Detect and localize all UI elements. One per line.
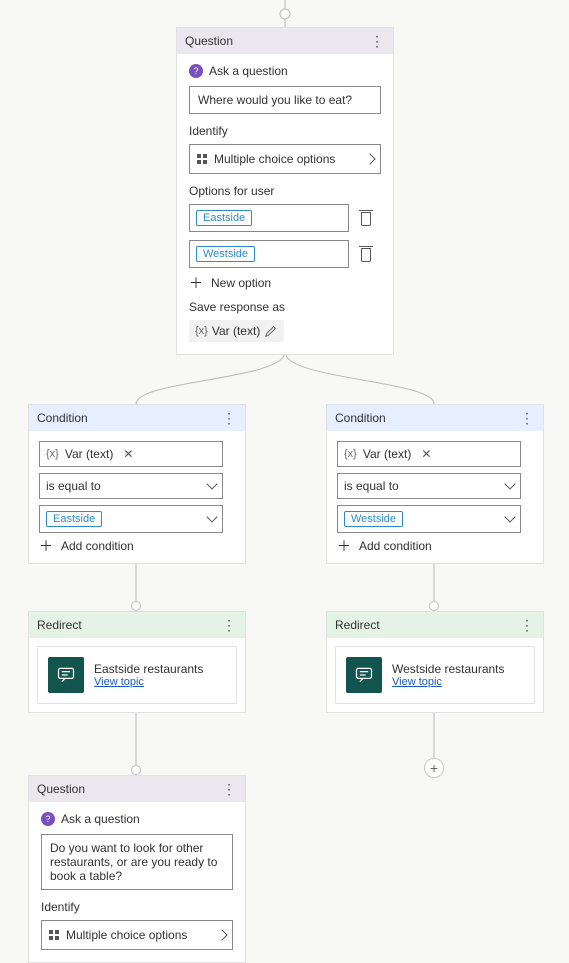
view-topic-link[interactable]: View topic bbox=[392, 676, 505, 688]
more-icon[interactable]: ⋮ bbox=[370, 34, 385, 48]
identify-label: Identify bbox=[189, 124, 381, 138]
identify-label: Identify bbox=[41, 900, 233, 914]
question-card-2: Question ⋮ ? Ask a question Do you want … bbox=[28, 775, 246, 963]
cond-var-select[interactable]: {x} Var (text) ✕ bbox=[39, 441, 223, 467]
cond-value-tag: Westside bbox=[344, 511, 403, 527]
cond-var-select[interactable]: {x} Var (text) ✕ bbox=[337, 441, 521, 467]
redirect-title: Redirect bbox=[37, 618, 82, 632]
condition-card-left: Condition ⋮ {x} Var (text) ✕ is equal to… bbox=[28, 404, 246, 564]
ask-question-label: Ask a question bbox=[209, 64, 288, 78]
new-option-label: New option bbox=[211, 276, 271, 290]
cond-value-tag: Eastside bbox=[46, 511, 102, 527]
redirect-header: Redirect ⋮ bbox=[327, 612, 543, 638]
var-brace-icon: {x} bbox=[344, 448, 357, 460]
redirect-topic-name: Eastside restaurants bbox=[94, 662, 203, 676]
ask-question-label: Ask a question bbox=[61, 812, 140, 826]
chevron-right-icon bbox=[364, 153, 375, 164]
delete-option-1[interactable] bbox=[359, 210, 373, 226]
redirect-card-left: Redirect ⋮ Eastside restaurants View top… bbox=[28, 611, 246, 713]
option-input-1[interactable]: Eastside bbox=[189, 204, 349, 232]
more-icon[interactable]: ⋮ bbox=[222, 782, 237, 796]
option-row-1: Eastside bbox=[189, 204, 381, 232]
condition-header: Condition ⋮ bbox=[29, 405, 245, 431]
grid-icon bbox=[48, 929, 60, 941]
option-row-2: Westside bbox=[189, 240, 381, 268]
node-dot-left bbox=[131, 601, 141, 611]
question-prompt-input[interactable]: Where would you like to eat? bbox=[189, 86, 381, 114]
ask-question-row: ? Ask a question bbox=[41, 812, 233, 826]
more-icon[interactable]: ⋮ bbox=[520, 618, 535, 632]
var-brace-icon: {x} bbox=[46, 448, 59, 460]
options-label: Options for user bbox=[189, 184, 381, 198]
cond-op-select[interactable]: is equal to bbox=[337, 473, 521, 499]
question-icon: ? bbox=[41, 812, 55, 826]
cond-op-select[interactable]: is equal to bbox=[39, 473, 223, 499]
add-condition-label: Add condition bbox=[61, 539, 134, 553]
condition-header: Condition ⋮ bbox=[327, 405, 543, 431]
condition-card-right: Condition ⋮ {x} Var (text) ✕ is equal to… bbox=[326, 404, 544, 564]
option-input-2[interactable]: Westside bbox=[189, 240, 349, 268]
plus-icon: ＋ bbox=[189, 276, 203, 290]
view-topic-link[interactable]: View topic bbox=[94, 676, 203, 688]
chevron-down-icon bbox=[504, 478, 515, 489]
question-title: Question bbox=[37, 782, 85, 796]
question-icon: ? bbox=[189, 64, 203, 78]
more-icon[interactable]: ⋮ bbox=[222, 411, 237, 425]
question-card-1: Question ⋮ ? Ask a question Where would … bbox=[176, 27, 394, 355]
ask-question-row: ? Ask a question bbox=[189, 64, 381, 78]
cond-value-select[interactable]: Eastside bbox=[39, 505, 223, 533]
chevron-down-icon bbox=[504, 511, 515, 522]
node-dot-right bbox=[429, 601, 439, 611]
question-header: Question ⋮ bbox=[177, 28, 393, 54]
question-header: Question ⋮ bbox=[29, 776, 245, 802]
option-tag: Westside bbox=[196, 246, 255, 262]
node-dot-left-2 bbox=[131, 765, 141, 775]
grid-icon bbox=[196, 153, 208, 165]
save-response-label: Save response as bbox=[189, 300, 381, 314]
redirect-header: Redirect ⋮ bbox=[29, 612, 245, 638]
delete-option-2[interactable] bbox=[359, 246, 373, 262]
condition-title: Condition bbox=[335, 411, 386, 425]
remove-var-icon[interactable]: ✕ bbox=[123, 447, 133, 461]
cond-op-text: is equal to bbox=[46, 479, 101, 493]
remove-var-icon[interactable]: ✕ bbox=[421, 447, 431, 461]
var-text: Var (text) bbox=[212, 324, 260, 338]
add-node-button[interactable]: + bbox=[424, 758, 444, 778]
chevron-down-icon bbox=[206, 478, 217, 489]
identify-select[interactable]: Multiple choice options bbox=[41, 920, 233, 950]
pencil-icon[interactable] bbox=[264, 324, 278, 338]
plus-icon: ＋ bbox=[39, 539, 53, 553]
condition-title: Condition bbox=[37, 411, 88, 425]
identify-select[interactable]: Multiple choice options bbox=[189, 144, 381, 174]
identify-value: Multiple choice options bbox=[214, 152, 335, 166]
add-condition-label: Add condition bbox=[359, 539, 432, 553]
redirect-topic-name: Westside restaurants bbox=[392, 662, 505, 676]
chevron-down-icon bbox=[206, 511, 217, 522]
identify-value: Multiple choice options bbox=[66, 928, 187, 942]
add-condition-button[interactable]: ＋ Add condition bbox=[39, 539, 235, 553]
variable-pill[interactable]: {x} Var (text) bbox=[189, 320, 284, 342]
question-title: Question bbox=[185, 34, 233, 48]
chat-topic-icon bbox=[48, 657, 84, 693]
cond-op-text: is equal to bbox=[344, 479, 399, 493]
chat-topic-icon bbox=[346, 657, 382, 693]
add-condition-button[interactable]: ＋ Add condition bbox=[337, 539, 533, 553]
more-icon[interactable]: ⋮ bbox=[222, 618, 237, 632]
option-tag: Eastside bbox=[196, 210, 252, 226]
new-option-button[interactable]: ＋ New option bbox=[189, 276, 381, 290]
more-icon[interactable]: ⋮ bbox=[520, 411, 535, 425]
redirect-title: Redirect bbox=[335, 618, 380, 632]
plus-icon: ＋ bbox=[337, 539, 351, 553]
cond-value-select[interactable]: Westside bbox=[337, 505, 521, 533]
cond-var-text: Var (text) bbox=[363, 447, 411, 461]
question-prompt-input[interactable]: Do you want to look for other restaurant… bbox=[41, 834, 233, 890]
redirect-card-right: Redirect ⋮ Westside restaurants View top… bbox=[326, 611, 544, 713]
cond-var-text: Var (text) bbox=[65, 447, 113, 461]
var-brace-icon: {x} bbox=[195, 325, 208, 337]
